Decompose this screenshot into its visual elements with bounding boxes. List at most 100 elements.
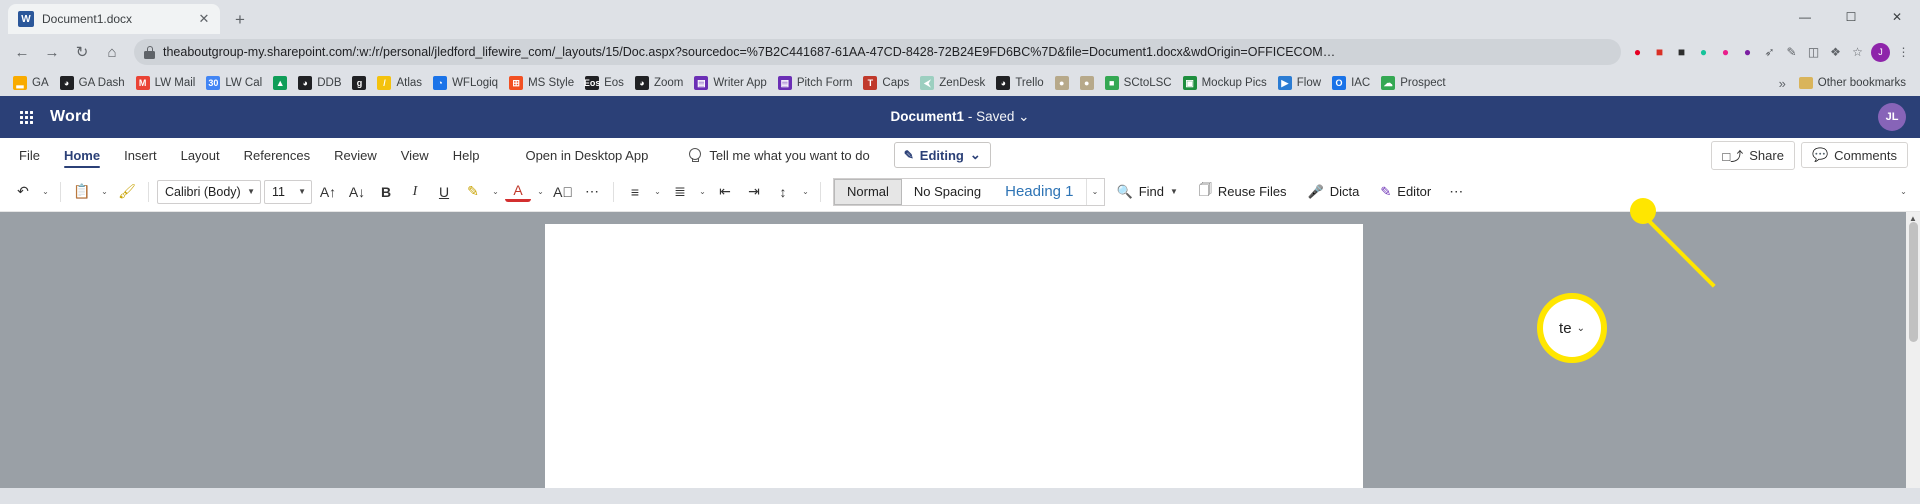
bookmark-item[interactable]: Eos Eos (580, 73, 629, 93)
bookmark-item[interactable]: M LW Mail (131, 73, 201, 93)
font-size-select[interactable]: 11 ▼ (264, 179, 312, 204)
reload-icon[interactable]: ↻ (68, 38, 96, 66)
maximize-button[interactable]: ☐ (1828, 1, 1874, 33)
bookmark-item[interactable]: ▤ Writer App (689, 73, 771, 93)
tab-home[interactable]: Home (53, 141, 111, 169)
line-spacing-chevron-down-icon[interactable]: ⌄ (799, 178, 812, 206)
editor-button[interactable]: ✎ Editor (1371, 178, 1440, 206)
bookmark-item[interactable]: ▲ (268, 73, 292, 93)
tab-review[interactable]: Review (323, 141, 388, 169)
editing-mode-button[interactable]: ✎ Editing ⌄ (893, 142, 991, 168)
save-status-caret-icon[interactable]: ⌄ (1018, 109, 1029, 124)
extension-red-icon[interactable]: ■ (1651, 44, 1668, 61)
document-title[interactable]: Document1 (891, 109, 965, 124)
address-bar[interactable]: theaboutgroup-my.sharepoint.com/:w:/r/pe… (134, 39, 1621, 65)
forward-icon[interactable]: → (38, 38, 66, 66)
styles-chevron-down-icon[interactable]: ⌄ (1085, 178, 1104, 205)
new-tab-button[interactable]: + (226, 6, 254, 34)
bookmark-item[interactable]: ⮜ ZenDesk (915, 73, 990, 93)
bookmark-item[interactable]: ▶ Flow (1273, 73, 1326, 93)
reuse-files-button[interactable]: 🗍 Reuse Files (1190, 178, 1296, 206)
word-brand-label[interactable]: Word (50, 108, 91, 126)
paste-button[interactable]: 📋 (69, 178, 95, 206)
tab-view[interactable]: View (390, 141, 440, 169)
edit-icon[interactable]: ✎ (1783, 44, 1800, 61)
font-name-select[interactable]: Calibri (Body) ▼ (157, 179, 261, 204)
bookmark-item[interactable]: ▂ GA (8, 73, 54, 93)
more-ribbon-options-button[interactable]: ⋯ (1443, 178, 1469, 206)
clear-formatting-button[interactable]: A⃠ (550, 178, 576, 206)
underline-button[interactable]: U (431, 178, 457, 206)
avatar[interactable]: JL (1878, 103, 1906, 131)
highlight-chevron-down-icon[interactable]: ⌄ (489, 178, 502, 206)
bookmark-item[interactable]: ▤ Pitch Form (773, 73, 858, 93)
bookmark-item[interactable]: / Atlas (372, 73, 427, 93)
grow-font-button[interactable]: A↑ (315, 178, 341, 206)
puzzle-extensions-icon[interactable]: ❖ (1827, 44, 1844, 61)
font-color-chevron-down-icon[interactable]: ⌄ (534, 178, 547, 206)
decrease-indent-button[interactable]: ⇤ (712, 178, 738, 206)
line-spacing-button[interactable]: ↕ (770, 178, 796, 206)
numbering-button[interactable]: ≣ (667, 178, 693, 206)
tab-layout[interactable]: Layout (170, 141, 231, 169)
share-icon[interactable]: ➶ (1761, 44, 1778, 61)
find-button[interactable]: 🔍 Find ▼ (1108, 178, 1187, 206)
extension-dark-icon[interactable]: ■ (1673, 44, 1690, 61)
minimize-button[interactable]: — (1782, 1, 1828, 33)
undo-button[interactable]: ↶ (10, 178, 36, 206)
more-font-options-button[interactable]: ⋯ (579, 178, 605, 206)
close-tab-icon[interactable]: ✕ (196, 11, 212, 27)
share-button[interactable]: □⤴ Share (1711, 140, 1795, 170)
bookmark-item[interactable]: ☁ Prospect (1376, 73, 1450, 93)
close-window-button[interactable]: ✕ (1874, 1, 1920, 33)
tell-me-search[interactable]: Tell me what you want to do (687, 148, 870, 163)
sidepanel-icon[interactable]: ◫ (1805, 44, 1822, 61)
bookmark-item[interactable]: ◕ DDB (293, 73, 346, 93)
undo-chevron-down-icon[interactable]: ⌄ (39, 178, 52, 206)
grammarly-icon[interactable]: ● (1695, 44, 1712, 61)
bookmark-item[interactable]: ◕ Trello (991, 73, 1048, 93)
highlight-color-button[interactable]: ✎ (460, 178, 486, 206)
profile-avatar[interactable]: J (1871, 42, 1890, 62)
collapse-ribbon-icon[interactable]: ⌄ (1897, 178, 1910, 206)
bold-button[interactable]: B (373, 178, 399, 206)
app-launcher-icon[interactable] (8, 110, 44, 124)
tab-file[interactable]: File (8, 141, 51, 169)
increase-indent-button[interactable]: ⇥ (741, 178, 767, 206)
bookmark-item[interactable]: g (347, 73, 371, 93)
open-in-desktop-app-button[interactable]: Open in Desktop App (514, 141, 659, 170)
bullets-button[interactable]: ≡ (622, 178, 648, 206)
bookmark-item[interactable]: T Caps (858, 73, 914, 93)
shrink-font-button[interactable]: A↓ (344, 178, 370, 206)
bookmark-item[interactable]: 30 LW Cal (201, 73, 267, 93)
paste-chevron-down-icon[interactable]: ⌄ (98, 178, 111, 206)
other-bookmarks-button[interactable]: Other bookmarks (1793, 74, 1912, 92)
bookmark-item[interactable]: ⊞ MS Style (504, 73, 579, 93)
numbering-chevron-down-icon[interactable]: ⌄ (696, 178, 709, 206)
bookmark-item[interactable]: O IAC (1327, 73, 1375, 93)
bookmark-item[interactable]: ● (1075, 73, 1099, 93)
style-normal[interactable]: Normal (834, 178, 902, 205)
star-bookmark-icon[interactable]: ☆ (1849, 44, 1866, 61)
bookmarks-overflow-icon[interactable]: » (1773, 74, 1792, 93)
bullets-chevron-down-icon[interactable]: ⌄ (651, 178, 664, 206)
bookmark-item[interactable]: ◕ GA Dash (55, 73, 130, 93)
scrollbar-thumb[interactable] (1909, 222, 1918, 342)
bookmark-item[interactable]: ● (1050, 73, 1074, 93)
style-no-spacing[interactable]: No Spacing (902, 179, 993, 205)
format-painter-button[interactable]: 🖌 (114, 178, 140, 206)
bookmark-item[interactable]: ◔ WFLogiq (428, 73, 503, 93)
back-icon[interactable]: ← (8, 38, 36, 66)
browser-menu-icon[interactable]: ⋮ (1895, 44, 1912, 61)
italic-button[interactable]: I (402, 178, 428, 206)
comments-button[interactable]: 💬 Comments (1800, 142, 1908, 168)
bookmark-item[interactable]: ◕ Zoom (630, 73, 688, 93)
tab-insert[interactable]: Insert (113, 141, 168, 169)
home-icon[interactable]: ⌂ (98, 38, 126, 66)
tab-references[interactable]: References (233, 141, 321, 169)
dictate-button[interactable]: 🎤 Dicta (1299, 178, 1369, 206)
font-color-button[interactable]: A (505, 182, 531, 202)
bookmark-item[interactable]: ■ SCtoLSC (1100, 73, 1177, 93)
extension-pink-icon[interactable]: ● (1717, 44, 1734, 61)
browser-tab[interactable]: W Document1.docx ✕ (8, 4, 220, 34)
